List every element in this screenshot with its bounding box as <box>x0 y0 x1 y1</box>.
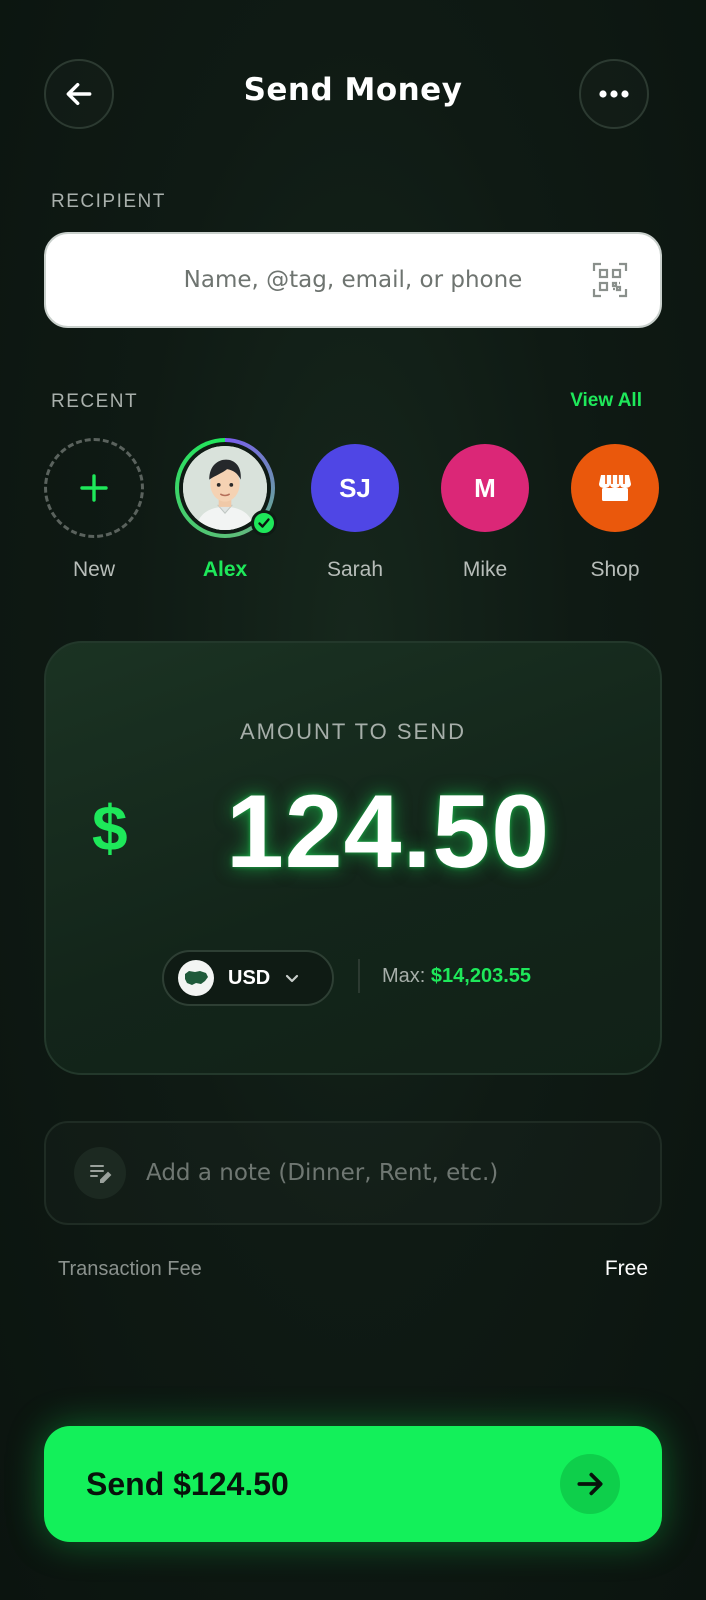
contact-name: Mike <box>462 558 508 581</box>
contact-name: New <box>72 558 115 581</box>
arrow-right-icon <box>560 1454 620 1514</box>
max-balance: Max: $14,203.55 <box>382 965 531 988</box>
contact-new[interactable]: New <box>39 438 149 582</box>
max-value: $14,203.55 <box>430 965 532 987</box>
fee-label: Transaction Fee <box>58 1258 202 1280</box>
avatar: M <box>435 438 535 538</box>
recipient-field[interactable] <box>44 232 662 328</box>
us-flag-icon <box>178 960 214 996</box>
verified-check-icon <box>251 510 277 536</box>
avatar-initials: SJ <box>311 444 399 532</box>
amount-input[interactable]: 124.50 <box>156 773 620 892</box>
amount-card: AMOUNT TO SEND $ 124.50 USD Max: $14,203… <box>44 641 662 1075</box>
currency-code: USD <box>228 966 271 989</box>
recipient-input[interactable] <box>46 267 660 293</box>
note-edit-icon <box>74 1147 126 1199</box>
avatar <box>565 438 665 538</box>
note-field[interactable] <box>44 1121 662 1225</box>
contact-name: Sarah <box>326 558 384 581</box>
storefront-icon <box>571 444 659 532</box>
recent-label: RECENT <box>51 391 139 412</box>
currency-selector[interactable]: USD <box>162 950 334 1006</box>
new-contact-avatar <box>44 438 144 538</box>
contact-name: Alex <box>202 558 248 581</box>
avatar <box>175 438 277 538</box>
max-label: Max: <box>382 965 426 987</box>
note-input[interactable] <box>146 1160 660 1186</box>
send-money-screen: Send Money RECIPIENT RECENT View All New <box>0 0 706 1600</box>
more-options-button[interactable] <box>579 59 649 129</box>
contact-mike[interactable]: M Mike <box>430 438 540 582</box>
contact-name: Shop <box>590 558 640 581</box>
fee-value: Free <box>604 1257 648 1280</box>
qr-scan-icon[interactable] <box>592 262 628 298</box>
send-button-label: Send $124.50 <box>86 1465 289 1502</box>
avatar: SJ <box>305 438 405 538</box>
send-button[interactable]: Send $124.50 <box>44 1426 662 1542</box>
view-all-link[interactable]: View All <box>570 390 642 412</box>
contact-shop[interactable]: Shop <box>560 438 670 582</box>
recipient-label: RECIPIENT <box>51 191 166 212</box>
contact-sarah[interactable]: SJ Sarah <box>300 438 410 582</box>
currency-symbol: $ <box>92 792 128 864</box>
plus-icon <box>44 438 144 538</box>
avatar-initials: M <box>441 444 529 532</box>
amount-label: AMOUNT TO SEND <box>239 719 467 744</box>
chevron-down-icon <box>286 974 299 983</box>
contact-alex[interactable]: Alex <box>170 438 280 582</box>
more-horizontal-icon <box>599 90 629 98</box>
divider <box>358 959 360 993</box>
